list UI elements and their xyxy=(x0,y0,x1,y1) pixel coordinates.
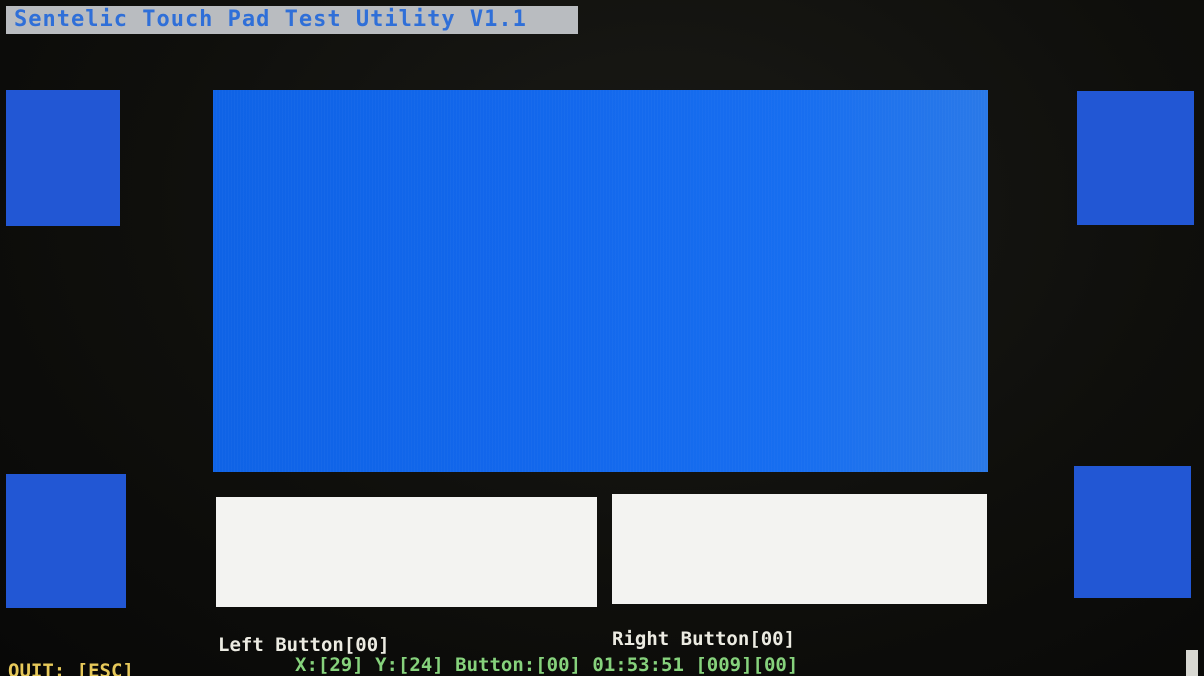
corner-target-bottom-left[interactable] xyxy=(6,474,126,608)
right-button-area[interactable] xyxy=(612,494,987,604)
left-button-area[interactable] xyxy=(216,497,597,607)
quit-hint: QUIT: [ESC] xyxy=(8,660,134,676)
corner-target-top-left[interactable] xyxy=(6,90,120,226)
app-title: Sentelic Touch Pad Test Utility V1.1 xyxy=(6,6,578,34)
coordinate-readout: X:[29] Y:[24] Button:[00] 01:53:51 [009]… xyxy=(295,654,799,676)
right-button-status: Right Button[00] xyxy=(612,628,796,650)
left-button-status: Left Button[00] xyxy=(218,634,390,656)
cursor-block xyxy=(1186,650,1198,676)
touch-pad-area[interactable] xyxy=(213,90,988,472)
corner-target-top-right[interactable] xyxy=(1077,91,1194,225)
corner-target-bottom-right[interactable] xyxy=(1074,466,1191,598)
